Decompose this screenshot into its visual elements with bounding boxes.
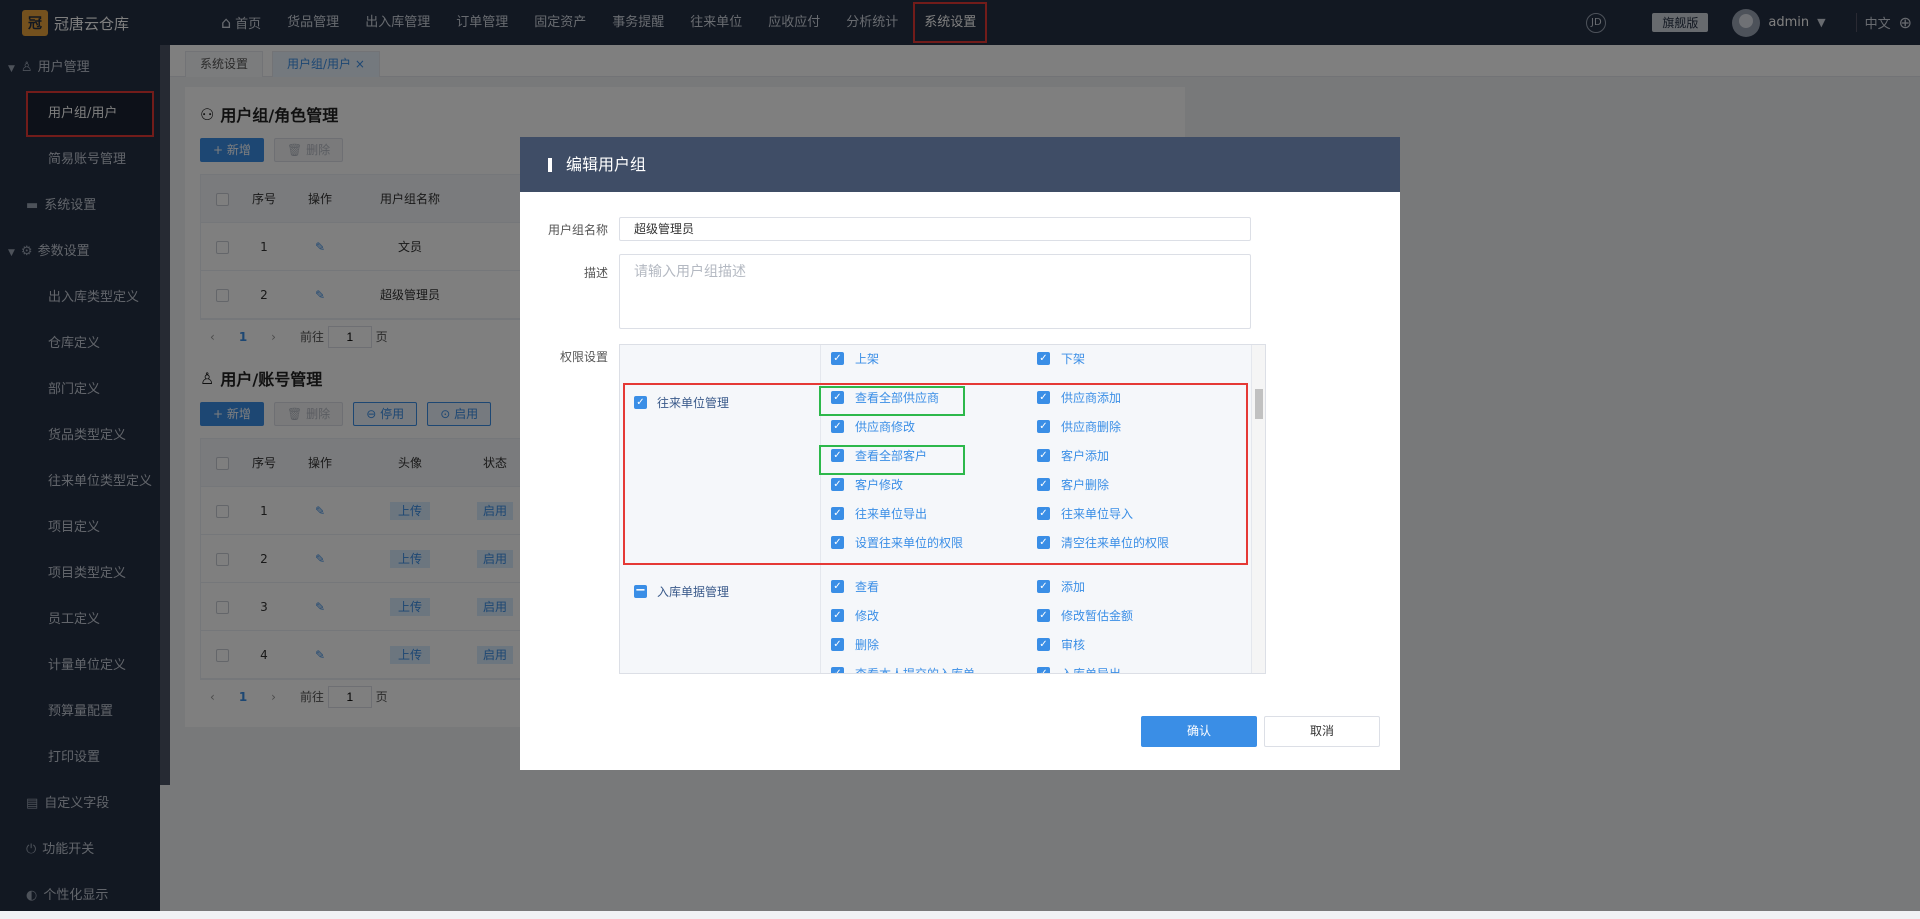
perm-category[interactable]: − 入库单据管理 [634, 583, 729, 600]
perm-item[interactable]: ✓ 上架 [831, 350, 879, 367]
confirm-button[interactable]: 确认 [1141, 716, 1257, 747]
perm-item[interactable]: ✓ 查看 [831, 578, 879, 595]
perm-item[interactable]: ✓ 入库单导出 [1037, 665, 1121, 673]
highlight-box-green [819, 386, 965, 416]
checkbox-checked-icon: ✓ [1037, 667, 1050, 673]
checkbox-checked-icon: ✓ [1037, 352, 1050, 365]
checkbox-indeterminate-icon: − [634, 583, 647, 598]
dialog-title: 编辑用户组 [566, 155, 647, 174]
perm-item[interactable]: ✓ 审核 [1037, 636, 1085, 653]
scroll-thumb[interactable] [1255, 389, 1263, 419]
checkbox-checked-icon: ✓ [1037, 580, 1050, 593]
cancel-button[interactable]: 取消 [1264, 716, 1380, 747]
permission-tree: ✓ 上架 ✓ 下架 ✓ 往来单位管理 ✓ 查看全部供应商 ✓ 供应商添加 ✓ 供应商修改 ✓… [619, 344, 1266, 674]
perm-item[interactable]: ✓ 修改 [831, 607, 879, 624]
checkbox-checked-icon: ✓ [831, 609, 844, 622]
group-name-input[interactable]: 超级管理员 [619, 217, 1251, 241]
title-bar-icon [548, 157, 552, 172]
perm-item[interactable]: ✓ 修改暂估金额 [1037, 607, 1133, 624]
perm-section-inbound: − 入库单据管理 ✓ 查看 ✓ 添加 ✓ 修改 ✓ 修改暂估金额 ✓ 删除 ✓ 审核 ✓ 查看本… [620, 571, 1252, 673]
checkbox-checked-icon: ✓ [831, 352, 844, 365]
dialog-header: 编辑用户组 [520, 137, 1400, 192]
checkbox-checked-icon: ✓ [831, 667, 844, 673]
checkbox-checked-icon: ✓ [1037, 638, 1050, 651]
perm-item[interactable]: ✓ 查看本人提交的入库单 [831, 665, 975, 673]
perm-row: ✓ 上架 ✓ 下架 [620, 345, 1252, 382]
description-textarea[interactable]: 请输入用户组描述 [619, 254, 1251, 329]
edit-user-group-dialog: 编辑用户组 用户组名称 超级管理员 描述 请输入用户组描述 权限设置 ✓ 上架 ✓… [520, 137, 1400, 770]
checkbox-checked-icon: ✓ [831, 580, 844, 593]
checkbox-checked-icon: ✓ [1037, 609, 1050, 622]
perm-item[interactable]: ✓ 下架 [1037, 350, 1085, 367]
perm-scrollbar[interactable] [1251, 345, 1265, 673]
checkbox-checked-icon: ✓ [831, 638, 844, 651]
perm-item[interactable]: ✓ 删除 [831, 636, 879, 653]
highlight-box-green [819, 445, 965, 475]
perm-item[interactable]: ✓ 添加 [1037, 578, 1085, 595]
